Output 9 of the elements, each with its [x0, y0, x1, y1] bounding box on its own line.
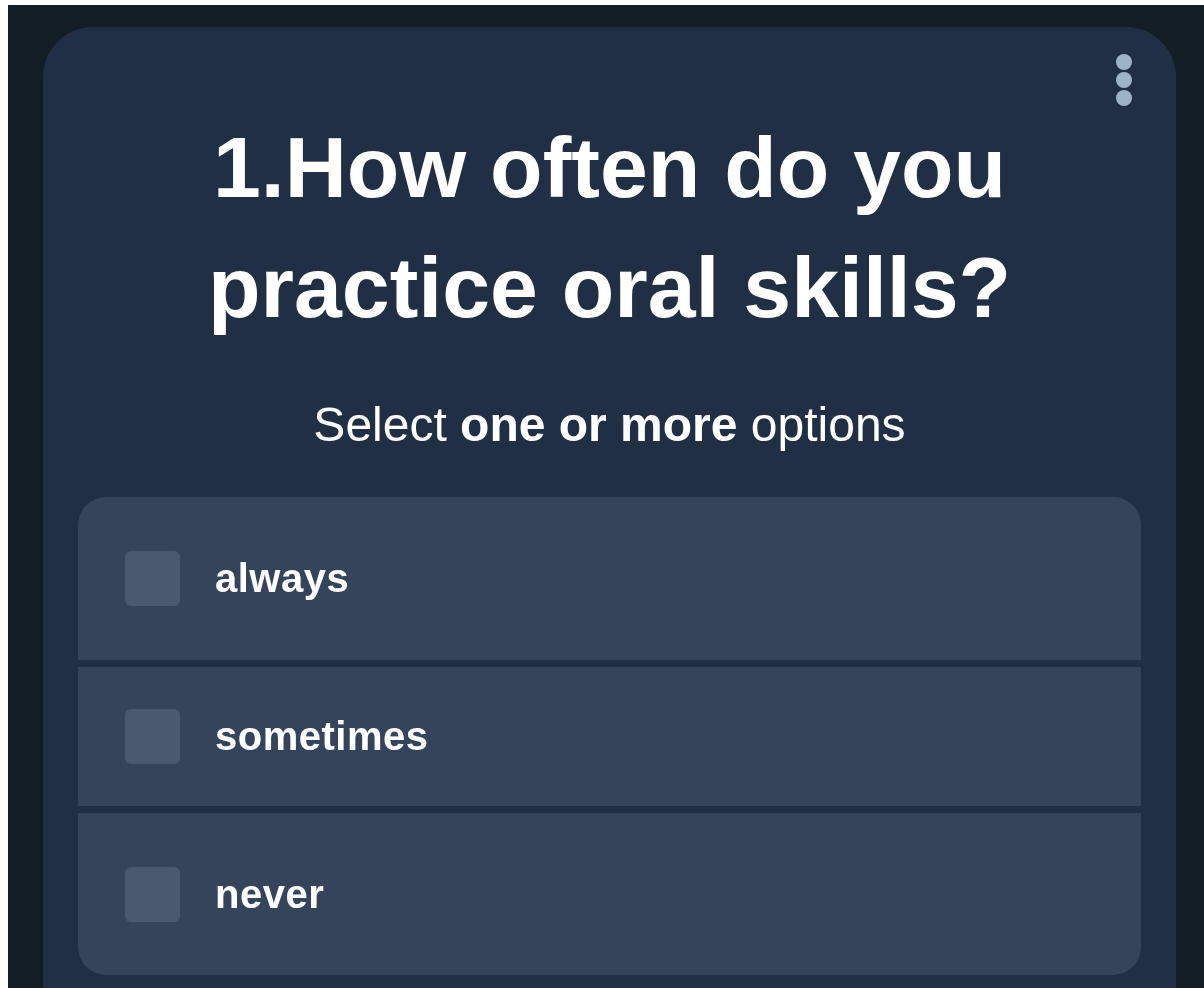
option-label: never [215, 871, 325, 917]
more-options-icon[interactable] [1115, 53, 1133, 107]
option-label: always [215, 556, 350, 601]
option-row[interactable]: sometimes [78, 667, 1141, 806]
option-row[interactable]: always [78, 497, 1141, 660]
option-row[interactable]: never [78, 813, 1141, 975]
question-title: 1.How often do you practice oral skills? [206, 118, 1013, 337]
instruction-text: Select one or more options [312, 397, 907, 452]
option-label: sometimes [215, 714, 429, 759]
